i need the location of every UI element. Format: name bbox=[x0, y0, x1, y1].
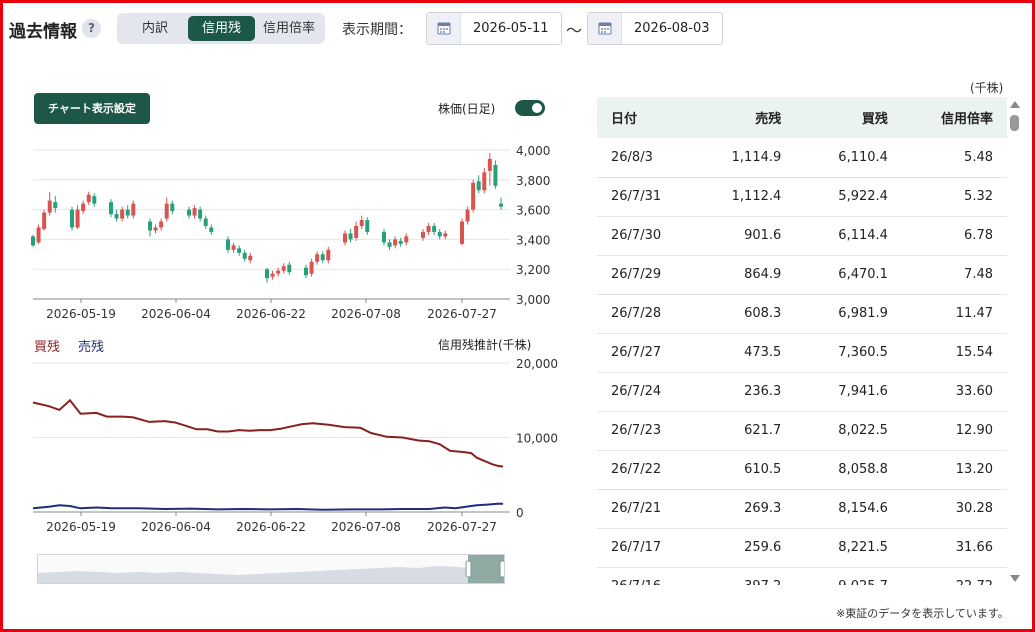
table-unit: (千株) bbox=[970, 81, 1004, 95]
table-row: 26/7/27 473.5 7,360.5 15.54 bbox=[597, 333, 1007, 372]
cell-ratio: 12.90 bbox=[955, 423, 993, 438]
cell-ratio: 11.47 bbox=[955, 306, 993, 321]
cell-sell: 901.6 bbox=[744, 228, 782, 243]
buy-balance-line bbox=[32, 398, 504, 468]
cell-buy: 6,470.1 bbox=[838, 267, 888, 282]
cell-ratio: 7.48 bbox=[964, 267, 993, 282]
cell-ratio: 33.60 bbox=[955, 384, 993, 399]
cell-buy: 8,154.6 bbox=[838, 501, 888, 516]
date-to-field[interactable]: 2026-08-03 bbox=[587, 12, 723, 45]
credit-x-tick: 2026-07-08 bbox=[331, 520, 401, 534]
cell-buy: 8,221.5 bbox=[838, 540, 888, 555]
cell-sell: 397.2 bbox=[701, 567, 781, 585]
table-row: 26/7/23 621.7 8,022.5 12.90 bbox=[597, 411, 1007, 450]
cell-buy: 6,981.9 bbox=[838, 306, 888, 321]
cell-ratio: 30.28 bbox=[955, 501, 993, 516]
table-row: 26/7/28 608.3 6,981.9 11.47 bbox=[597, 294, 1007, 333]
cell-ratio: 5.32 bbox=[964, 189, 993, 204]
col-sell[interactable]: 売残 bbox=[701, 97, 781, 138]
table-row: 26/7/30 901.6 6,114.4 6.78 bbox=[597, 216, 1007, 255]
cell-date: 26/7/16 bbox=[597, 567, 701, 585]
range-navigator[interactable] bbox=[37, 554, 506, 584]
cell-sell: 1,114.9 bbox=[731, 149, 782, 165]
cell-buy: 5,922.4 bbox=[838, 189, 888, 204]
credit-y-tick: 0 bbox=[516, 506, 524, 520]
cell-sell: 236.3 bbox=[744, 384, 782, 399]
cell-date: 26/7/28 bbox=[611, 306, 662, 321]
cell-buy: 7,941.6 bbox=[838, 384, 888, 399]
cell-date: 26/7/17 bbox=[611, 540, 662, 555]
col-buy[interactable]: 買残 bbox=[781, 97, 888, 138]
cell-buy: 7,360.5 bbox=[838, 345, 888, 360]
cell-date: 26/7/27 bbox=[611, 345, 662, 360]
cell-ratio: 13.20 bbox=[955, 462, 993, 477]
credit-x-tick: 2026-06-04 bbox=[141, 520, 211, 534]
cell-date: 26/7/24 bbox=[611, 384, 662, 399]
footnote: ※東証のデータを表示しています。 bbox=[836, 607, 1009, 620]
cell-buy: 9,025.7 bbox=[781, 567, 888, 585]
table-header-row: 日付 売残 買残 信用倍率 bbox=[597, 97, 1007, 138]
cell-date: 26/7/21 bbox=[611, 501, 662, 516]
credit-x-tick: 2026-05-19 bbox=[46, 520, 116, 534]
cell-ratio: 22.72 bbox=[888, 567, 1007, 585]
cell-sell: 269.3 bbox=[744, 501, 782, 516]
cell-sell: 864.9 bbox=[744, 267, 782, 282]
navigator-sparkline bbox=[38, 555, 506, 583]
table-row: 26/7/31 1,112.4 5,922.4 5.32 bbox=[597, 177, 1007, 216]
scroll-down-icon[interactable] bbox=[1010, 575, 1020, 582]
table-scrollbar[interactable] bbox=[1008, 97, 1022, 587]
cell-sell: 1,112.4 bbox=[731, 189, 782, 204]
cell-sell: 610.5 bbox=[744, 462, 782, 477]
cell-ratio: 5.48 bbox=[964, 149, 993, 165]
credit-x-tick: 2026-07-27 bbox=[427, 520, 497, 534]
table-row: 26/7/22 610.5 8,058.8 13.20 bbox=[597, 450, 1007, 489]
cell-date: 26/7/23 bbox=[611, 423, 662, 438]
cell-sell: 608.3 bbox=[744, 306, 782, 321]
scroll-thumb[interactable] bbox=[1010, 115, 1019, 131]
sell-balance-line bbox=[32, 502, 503, 511]
table-row: 26/7/16397.29,025.722.72 bbox=[597, 567, 1007, 585]
credit-chart[interactable]: 20,000 10,000 0 2026-05-19 2026-06-04 2026-06… bbox=[0, 0, 590, 600]
table-row: 26/7/21 269.3 8,154.6 30.28 bbox=[597, 489, 1007, 528]
cell-sell: 621.7 bbox=[744, 423, 782, 438]
cell-date: 26/8/3 bbox=[611, 149, 653, 165]
cell-buy: 6,110.4 bbox=[838, 149, 888, 165]
cell-ratio: 31.66 bbox=[955, 540, 993, 555]
margin-table: 日付 売残 買残 信用倍率 26/8/3 1,114.9 6,110.4 5.48 26… bbox=[597, 97, 1007, 585]
credit-y-tick: 20,000 bbox=[516, 357, 558, 371]
cell-ratio: 15.54 bbox=[955, 345, 993, 360]
table-row: 26/7/29 864.9 6,470.1 7.48 bbox=[597, 255, 1007, 294]
col-date[interactable]: 日付 bbox=[597, 97, 701, 138]
cell-sell: 259.6 bbox=[744, 540, 782, 555]
cell-date: 26/7/30 bbox=[611, 228, 662, 243]
cell-ratio: 6.78 bbox=[964, 228, 993, 243]
calendar-icon[interactable] bbox=[588, 13, 622, 44]
credit-y-tick: 10,000 bbox=[516, 432, 558, 446]
cell-buy: 8,022.5 bbox=[838, 423, 888, 438]
cell-date: 26/7/22 bbox=[611, 462, 662, 477]
table-row: 26/8/3 1,114.9 6,110.4 5.48 bbox=[597, 138, 1007, 177]
cell-buy: 8,058.8 bbox=[838, 462, 888, 477]
cell-sell: 473.5 bbox=[744, 345, 782, 360]
cell-date: 26/7/29 bbox=[611, 267, 662, 282]
scroll-up-icon[interactable] bbox=[1010, 101, 1020, 108]
date-to-value: 2026-08-03 bbox=[634, 21, 710, 36]
credit-x-tick: 2026-06-22 bbox=[236, 520, 306, 534]
col-ratio[interactable]: 信用倍率 bbox=[888, 97, 1007, 138]
cell-date: 26/7/31 bbox=[611, 189, 662, 204]
table-row: 26/7/17 259.6 8,221.5 31.66 bbox=[597, 528, 1007, 567]
cell-buy: 6,114.4 bbox=[838, 228, 888, 243]
table-row: 26/7/24 236.3 7,941.6 33.60 bbox=[597, 372, 1007, 411]
